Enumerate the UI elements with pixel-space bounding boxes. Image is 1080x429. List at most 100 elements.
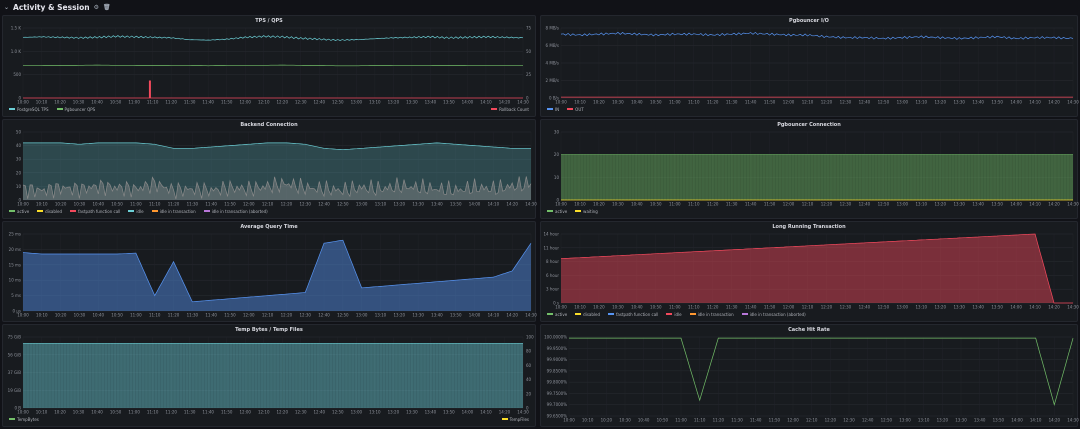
series-area-idle	[561, 234, 1073, 303]
legend-item[interactable]: PostgreSQL TPS	[9, 107, 49, 112]
x-tick-label: 10:30	[612, 305, 624, 310]
legend-swatch	[70, 210, 77, 212]
legend-item[interactable]: fastpath function call	[70, 209, 120, 214]
gear-icon[interactable]: ⚙	[94, 4, 99, 11]
chart-cache_hit[interactable]: 100.0000% 99.9500% 99.9000% 99.8500% 99.8000…	[541, 325, 1079, 428]
chart-long_tx[interactable]: 14 hour11 hour8 hour6 hour3 hour0 s10:00…	[541, 222, 1079, 323]
x-tick-label: 12:40	[859, 305, 871, 310]
legend-item[interactable]: idle	[128, 209, 144, 214]
x-tick-label: 12:00	[783, 305, 795, 310]
rollback-spike[interactable]	[148, 80, 151, 99]
x-tick-label: 10:10	[574, 305, 586, 310]
panel-pgb_conn[interactable]: Pgbouncer Connection 30 20 10 0 10:00 10:10 10:…	[540, 119, 1079, 220]
chart-pgb_conn[interactable]: 302010010:00 10:10 10:20 10:30 10:40 10:50 11:…	[541, 120, 1079, 220]
legend-item[interactable]: TempBytes	[9, 417, 39, 422]
x-tick-label: 10:40	[92, 202, 104, 207]
series-line-PostgreSQL-TPS[interactable]	[22, 35, 524, 41]
legend-item[interactable]: OUT	[567, 107, 584, 112]
legend-item[interactable]: fastpath function call	[608, 312, 658, 317]
x-tick-label: 13:30	[953, 305, 965, 310]
x-tick-label: 11:10	[149, 313, 161, 318]
panel-temp[interactable]: Temp Bytes / Temp Files 75 GiB 56 GiB 37 Gi…	[2, 324, 536, 427]
legend-item[interactable]: IN	[547, 107, 559, 112]
x-tick-label: 12:40	[859, 202, 871, 207]
x-tick-label: 14:10	[1029, 202, 1041, 207]
legend-item[interactable]: active	[547, 209, 567, 214]
x-tick-label: 13:20	[934, 202, 946, 207]
x-tick-label: 14:20	[499, 100, 511, 105]
x-tick-label: 10:20	[593, 202, 605, 207]
x-tick-label: 12:10	[802, 202, 814, 207]
x-tick-label: 14:30	[1067, 202, 1079, 207]
legend-swatch	[9, 210, 15, 212]
legend-label: disabled	[45, 208, 63, 214]
y-tick-label: 99.8500%	[547, 368, 568, 373]
legend-item[interactable]: idle	[666, 312, 682, 317]
chart-avg_query[interactable]: 25 ms20 ms15 ms10 ms5 ms0 µs10:00 10:10 10…	[3, 222, 537, 323]
x-tick-label: 13:30	[406, 410, 418, 415]
legend-item[interactable]: idle in transaction (aborted)	[203, 209, 268, 214]
x-tick-label: 14:10	[480, 100, 492, 105]
x-tick-label: 10:20	[593, 305, 605, 310]
legend-item[interactable]: disabled	[575, 312, 600, 317]
x-tick-label: 13:30	[406, 100, 418, 105]
legend: PostgreSQL TPS Pgbouncer QPS Rollback Coun…	[9, 105, 529, 113]
x-tick-label: 14:00	[469, 313, 481, 318]
panel-avg_query[interactable]: Average Query Time 25 ms 20 ms 15 ms 10 ms 5 …	[2, 221, 537, 323]
chart-pgb_io[interactable]: 8 MB/s6 MB/s4 MB/s2 MB/s0 B/s10:00 10:10 1…	[541, 16, 1079, 118]
x-tick-label: 11:10	[147, 100, 159, 105]
panel-cache_hit[interactable]: Cache Hit Rate 100.0000% 99.9500% 99.9000% 9…	[540, 324, 1079, 428]
legend-item[interactable]: idle in transaction	[689, 312, 734, 317]
x-tick-label: 11:00	[669, 202, 681, 207]
legend-item[interactable]: waiting	[575, 209, 598, 214]
x-tick-label: 14:30	[525, 202, 537, 207]
series-line-Pgbouncer-QPS[interactable]	[23, 64, 523, 67]
chart-backend_conn[interactable]: 5040302010010:00 10:10 10:20 10:30 10:40 10:5…	[3, 120, 537, 220]
x-tick-label: 10:30	[619, 418, 631, 423]
x-tick-label: 13:20	[388, 100, 400, 105]
y-tick-label: 8 hour	[546, 259, 559, 264]
legend-item[interactable]: TempFiles	[501, 417, 529, 422]
x-tick-label: 13:10	[369, 410, 381, 415]
row-header[interactable]: ⌄ Activity & Session ⚙ 🗑	[0, 0, 1080, 14]
row-title[interactable]: Activity & Session	[13, 3, 90, 12]
legend-item[interactable]: disabled	[37, 209, 62, 214]
chart-tps[interactable]: 1.5 K1.0 K5000755025010:00 10:10 10:20 10:3…	[3, 16, 537, 118]
series-line-IN[interactable]	[560, 31, 1074, 40]
chevron-down-icon[interactable]: ⌄	[4, 4, 9, 11]
x-tick-label: 13:00	[897, 305, 909, 310]
x-tick-label: 11:50	[764, 202, 776, 207]
x-tick-label: 13:00	[351, 100, 363, 105]
trash-icon[interactable]: 🗑	[103, 4, 111, 11]
legend-item[interactable]: active	[9, 209, 29, 214]
y-tick-label: 99.7000%	[547, 402, 568, 407]
x-tick-label: 13:10	[375, 313, 387, 318]
panel-tps[interactable]: TPS / QPS 1.5 K 1.0 K 500 0 75 50 25 0 10:00 10:10…	[2, 15, 536, 117]
x-tick-label: 10:20	[54, 100, 66, 105]
legend-item[interactable]: Rollback Count	[491, 107, 529, 112]
x-tick-label: 11:40	[205, 202, 217, 207]
panel-backend_conn[interactable]: Backend Connection 50 40 30 20 10 0 10:00 10:10 1…	[2, 119, 537, 220]
x-tick-label: 10:00	[555, 202, 567, 207]
x-tick-label: 12:10	[262, 313, 274, 318]
x-tick-label: 13:30	[412, 313, 424, 318]
x-tick-label: 10:20	[601, 418, 613, 423]
legend-item[interactable]: Pgbouncer QPS	[56, 107, 95, 112]
legend-item[interactable]: active	[547, 312, 567, 317]
x-tick-label: 12:50	[881, 418, 893, 423]
x-tick-label: 12:00	[239, 410, 251, 415]
legend-label: idle in transaction (aborted)	[749, 311, 806, 317]
chart-temp[interactable]: 75 GiB56 GiB37 GiB19 GiB0 B1008060402001…	[3, 325, 537, 428]
legend-item[interactable]: idle in transaction	[151, 209, 196, 214]
x-tick-label: 13:20	[388, 410, 400, 415]
x-tick-label: 11:10	[149, 202, 161, 207]
legend-swatch	[547, 210, 553, 212]
x-tick-label: 13:20	[934, 305, 946, 310]
x-tick-label: 10:30	[74, 313, 86, 318]
x-tick-label: 11:40	[202, 100, 214, 105]
legend-item[interactable]: idle in transaction (aborted)	[741, 311, 806, 317]
x-tick-label: 11:00	[675, 418, 687, 423]
panel-pgb_io[interactable]: Pgbouncer I/O 8 MB/s 6 MB/s 4 MB/s 2 MB/s 0 B…	[540, 15, 1079, 118]
y-tick-label: 30	[16, 157, 22, 162]
panel-long_tx[interactable]: Long Running Transaction 14 hour 11 hour 8 …	[540, 221, 1079, 323]
